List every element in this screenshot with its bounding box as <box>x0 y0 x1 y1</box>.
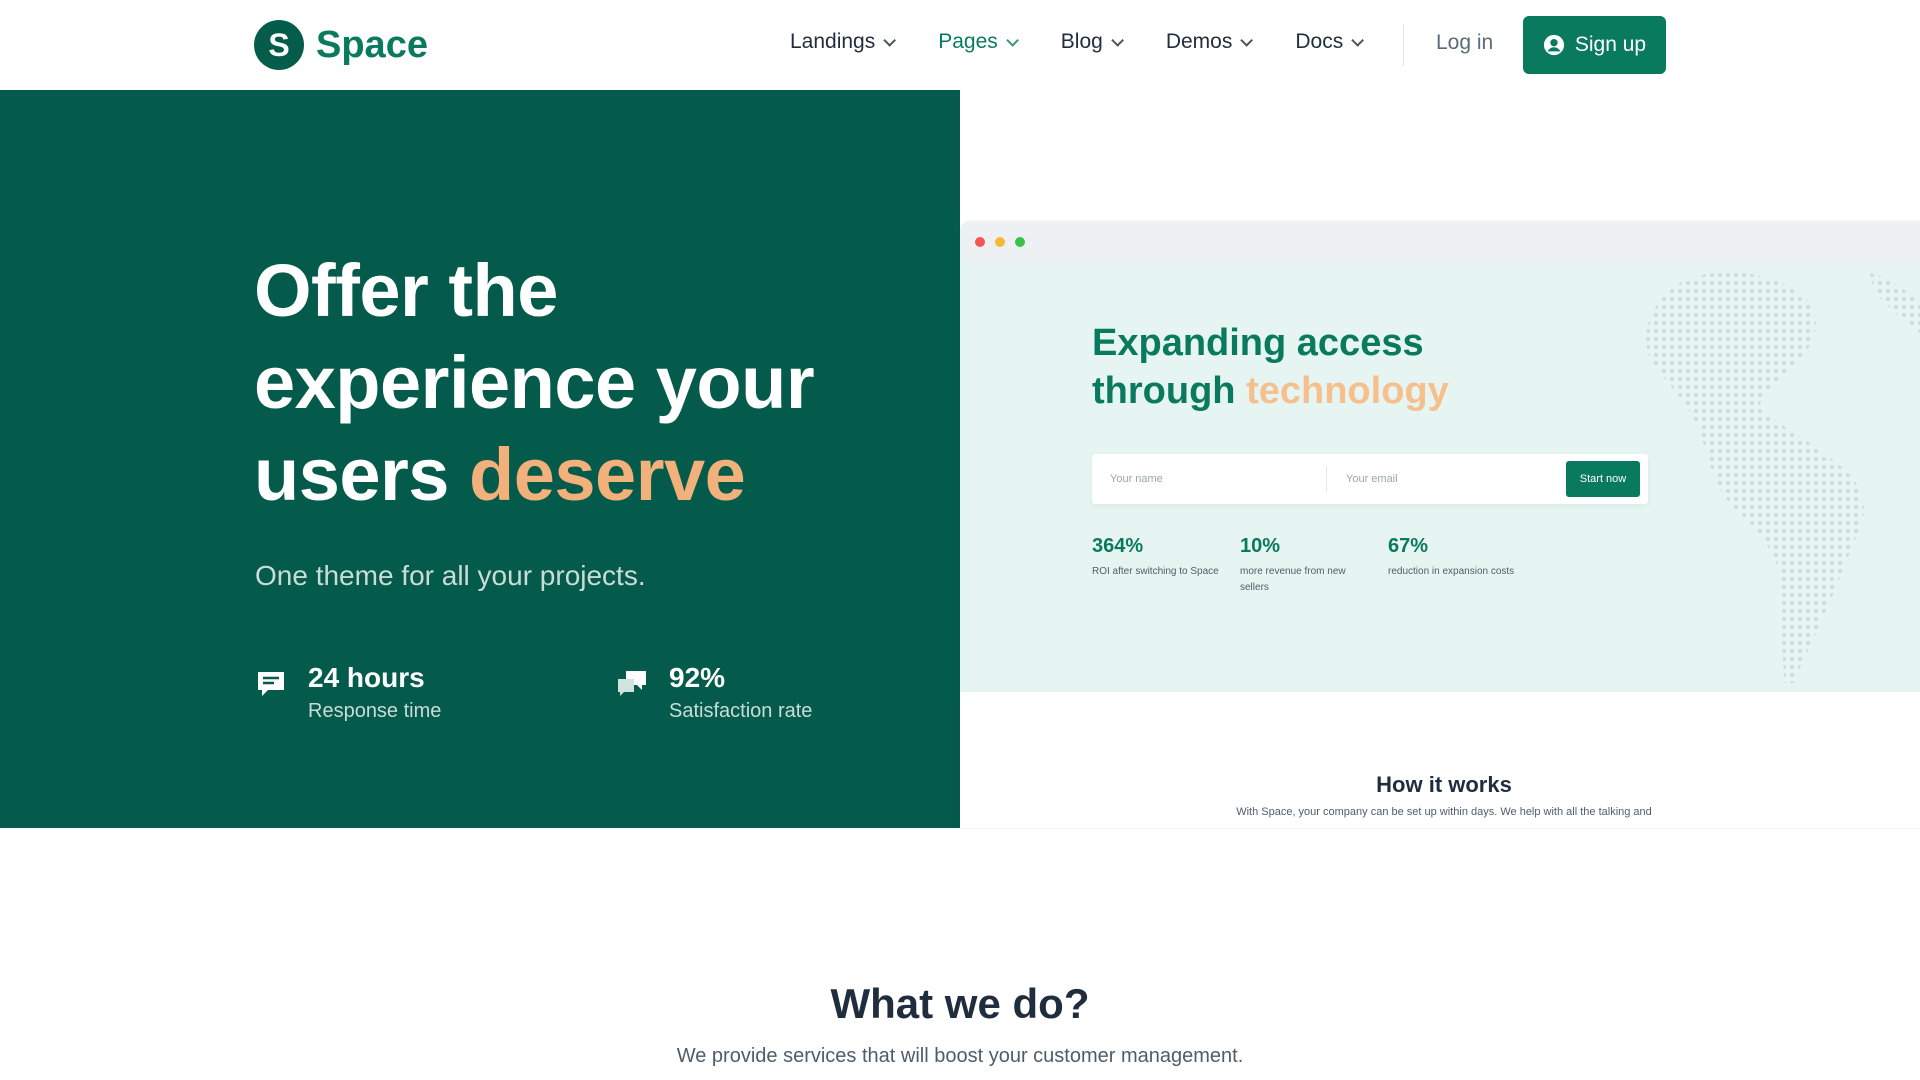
mockup-hero: Expanding access through technology Your… <box>960 263 1920 692</box>
user-icon <box>1543 34 1564 56</box>
nav-pages-label: Pages <box>938 30 998 53</box>
mockup-titlebar <box>960 221 1920 263</box>
hero-title-accent: deserve <box>469 433 746 516</box>
email-field[interactable]: Your email <box>1346 454 1546 504</box>
name-field[interactable]: Your name <box>1110 454 1310 504</box>
mockup-title-line1: Expanding access <box>1092 322 1424 364</box>
mockup-stat-value: 67% <box>1388 535 1429 557</box>
stat-label: Satisfaction rate <box>669 700 813 722</box>
how-it-works-title: How it works <box>1376 772 1512 797</box>
mockup-stat-label: reduction in expansion costs <box>1388 566 1515 577</box>
logo-mark: S <box>254 20 304 70</box>
nav-landings-label: Landings <box>790 30 876 53</box>
signup-label: Sign up <box>1574 33 1647 56</box>
how-it-works-text: With Space, your company can be set up w… <box>1236 806 1652 818</box>
close-dot-icon <box>975 237 985 247</box>
chevron-down-icon <box>883 33 897 47</box>
mockup-title: Expanding access through technology <box>1092 319 1449 415</box>
mockup-stat: 364% ROI after switching to Space <box>1092 535 1222 580</box>
main-nav: Landings Pages Blog Demos Docs <box>790 30 1406 54</box>
stat-response-time: 24 hours Response time <box>254 660 441 723</box>
nav-docs[interactable]: Docs <box>1295 30 1365 54</box>
mockup-stat-value: 10% <box>1240 535 1281 557</box>
nav-demos-label: Demos <box>1165 30 1233 53</box>
stat-value: 24 hours <box>308 662 425 693</box>
nav-demos[interactable]: Demos <box>1165 30 1254 54</box>
mockup-stat: 10% more revenue from new sellers <box>1240 535 1370 596</box>
field-divider <box>1326 466 1327 492</box>
hero-subtitle: One theme for all your projects. <box>255 560 646 591</box>
maximize-dot-icon <box>1015 237 1025 247</box>
site-header: S Space Landings Pages Blog Demos Docs L… <box>0 0 1920 90</box>
nav-landings[interactable]: Landings <box>790 30 897 54</box>
what-we-do-subtitle: We provide services that will boost your… <box>676 1045 1244 1067</box>
mockup-title-accent: technology <box>1246 370 1449 412</box>
nav-pages[interactable]: Pages <box>938 30 1019 54</box>
mockup-title-line2: through technology <box>1092 367 1449 415</box>
hero-section: Offer the experience your users deserve … <box>0 90 960 828</box>
stat-satisfaction: 92% Satisfaction rate <box>615 660 812 723</box>
signup-form: Your name Your email Start now <box>1092 454 1648 504</box>
chevron-down-icon <box>1240 33 1254 47</box>
chat-icon <box>258 672 284 696</box>
minimize-dot-icon <box>995 237 1005 247</box>
nav-docs-label: Docs <box>1295 30 1344 53</box>
world-map-icon <box>1646 272 1920 683</box>
mockup-title-prefix: through <box>1092 370 1236 412</box>
hero-title: Offer the experience your users deserve <box>254 245 874 521</box>
nav-blog[interactable]: Blog <box>1060 30 1124 54</box>
signup-button[interactable]: Sign up <box>1523 16 1666 74</box>
chevron-down-icon <box>1006 33 1019 47</box>
mockup-stat-label: ROI after switching to Space <box>1092 566 1219 577</box>
mockup-stat: 67% reduction in expansion costs <box>1388 535 1518 580</box>
chat-bubbles-icon <box>618 671 646 696</box>
chevron-down-icon <box>1111 33 1124 47</box>
mockup-stat-label: more revenue from new sellers <box>1240 566 1346 593</box>
browser-mockup: Expanding access through technology Your… <box>960 221 1920 828</box>
what-we-do-title: What we do? <box>830 980 1090 1027</box>
nav-divider <box>1403 24 1404 66</box>
logo[interactable]: S Space <box>254 20 428 70</box>
start-now-button[interactable]: Start now <box>1566 461 1640 497</box>
mockup-stat-value: 364% <box>1092 535 1144 557</box>
stat-value: 92% <box>669 662 726 693</box>
chevron-down-icon <box>1351 33 1365 47</box>
logo-text: Space <box>316 23 428 66</box>
stat-label: Response time <box>308 700 442 722</box>
nav-blog-label: Blog <box>1060 30 1103 53</box>
login-link[interactable]: Log in <box>1436 31 1493 55</box>
